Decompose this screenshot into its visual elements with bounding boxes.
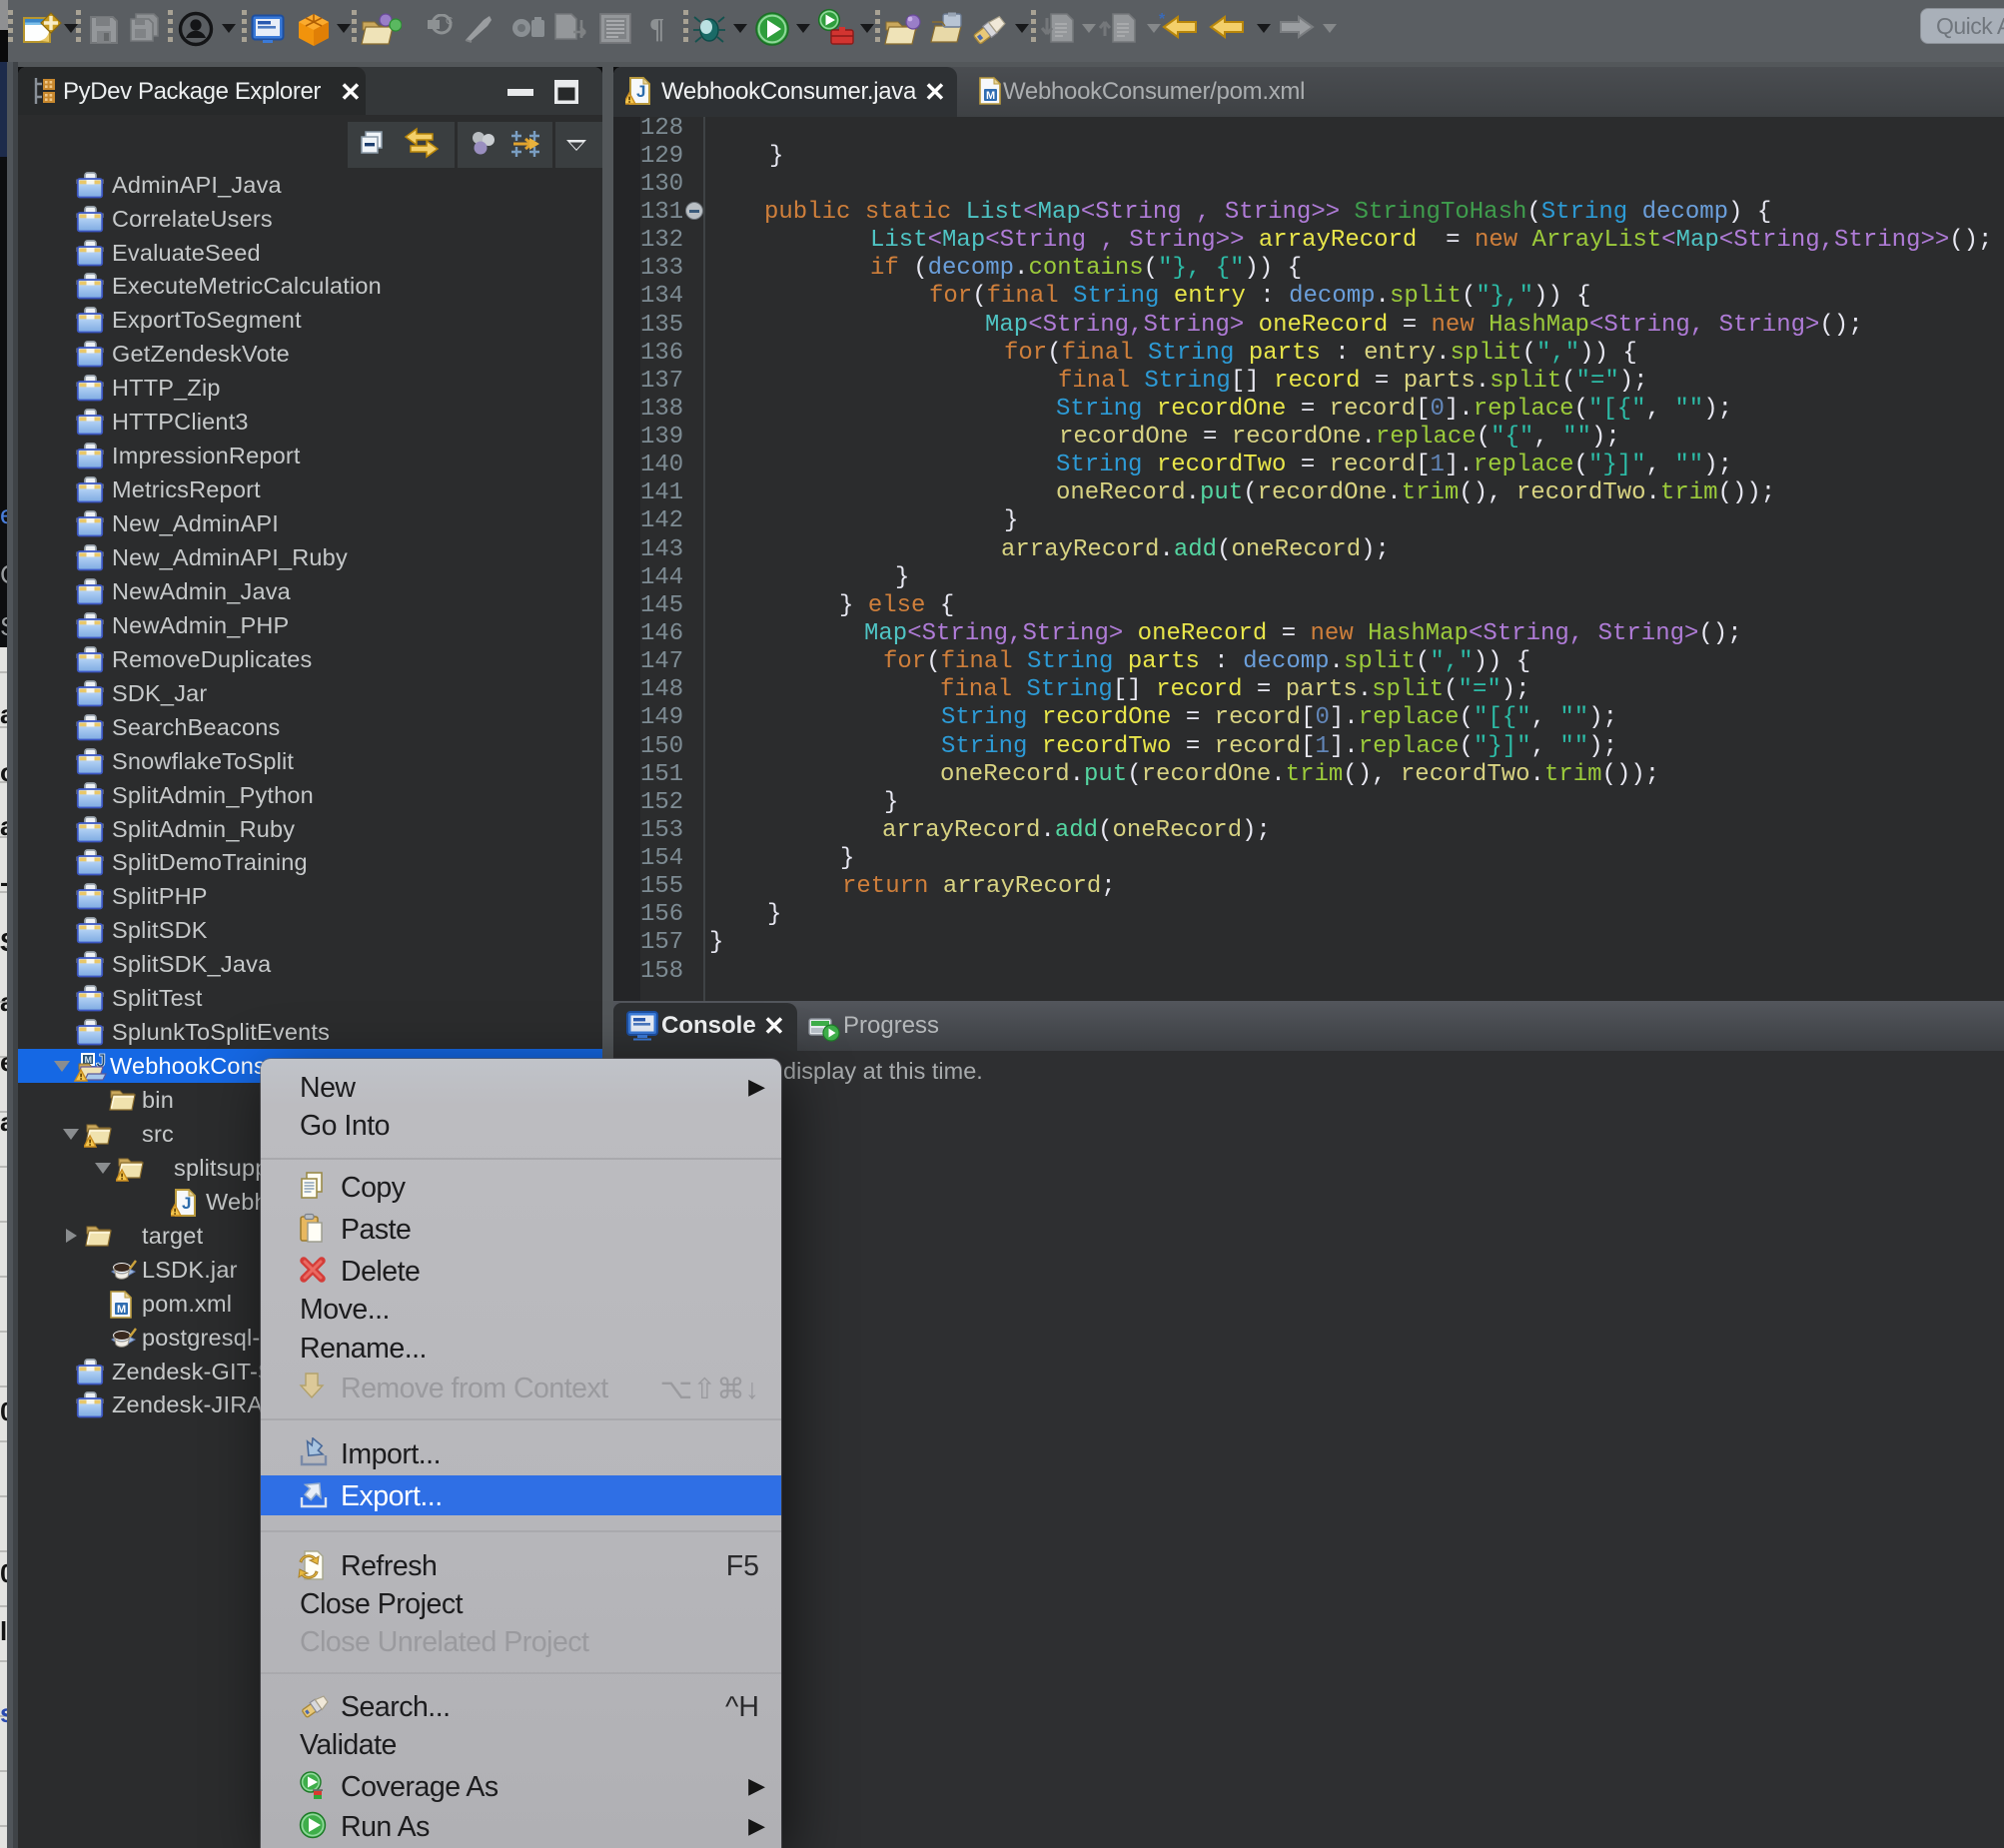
svg-text:J: J <box>636 82 645 101</box>
svg-text:J: J <box>182 1194 191 1213</box>
svg-text:M: M <box>986 90 995 102</box>
svg-text:¶: ¶ <box>649 14 664 44</box>
svg-text:*: * <box>1159 12 1166 28</box>
svg-text:M: M <box>117 1304 126 1316</box>
